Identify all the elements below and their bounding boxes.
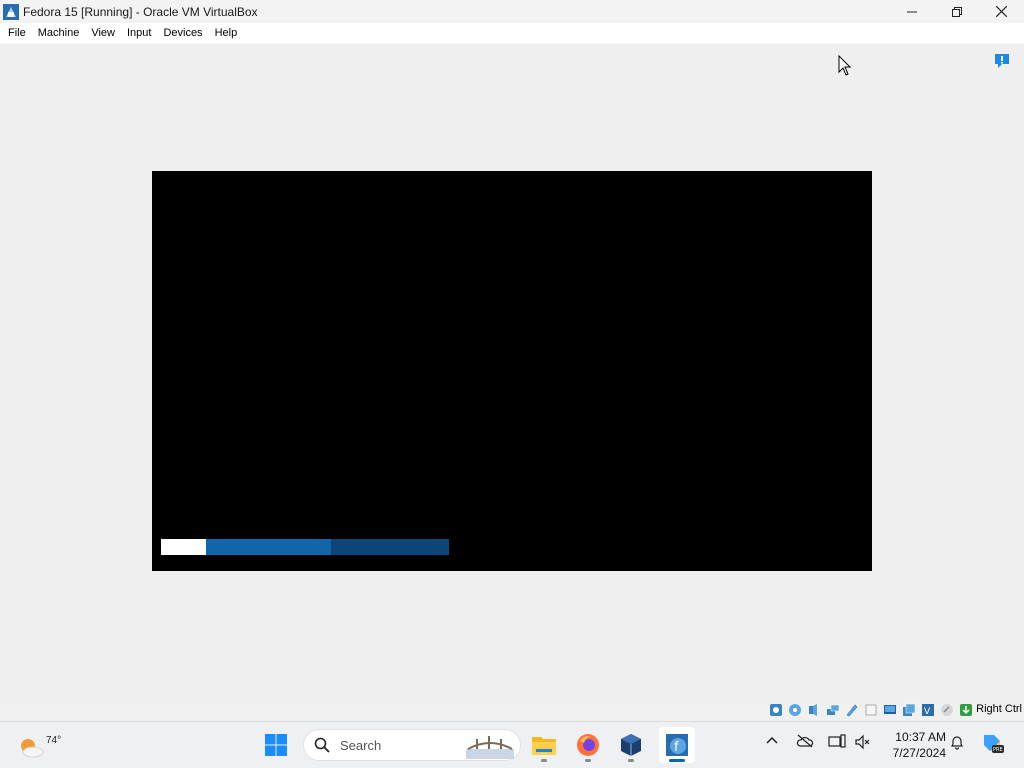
running-indicator [541,759,547,762]
windows-logo-icon [265,734,287,756]
folder-icon [532,737,556,755]
mouse-cursor-icon [838,54,852,80]
search-icon [314,737,330,753]
menu-view[interactable]: View [85,23,121,43]
boot-progress-blue-segment [206,539,331,555]
search-highlight-bridge-icon [466,736,514,759]
clock-date: 7/27/2024 [892,746,946,760]
weather-sun-cloud-icon [21,739,44,758]
search-placeholder: Search [340,737,382,753]
svg-text:V: V [924,707,931,717]
taskbar-file-explorer[interactable] [526,727,562,763]
taskbar-clock[interactable]: 10:37 AM 7/27/2024 [880,729,946,761]
close-icon [996,6,1007,17]
menu-machine[interactable]: Machine [32,23,86,43]
mouse-integration-icon[interactable] [938,702,955,718]
usb-icon[interactable] [843,702,860,718]
weather-temperature: 74° [46,735,62,746]
clock-time: 10:37 AM [895,730,946,744]
guest-screen[interactable] [152,171,872,571]
taskbar-fedora-vm[interactable]: f [659,727,695,763]
hard-disk-icon[interactable] [767,702,784,718]
restore-icon [951,6,962,17]
cloud-offline-icon [796,734,814,748]
close-button[interactable] [979,0,1024,23]
display-icon[interactable] [881,702,898,718]
title-bar[interactable]: Fedora 15 [Running] - Oracle VM VirtualB… [0,0,1024,23]
boot-progress-white-segment [161,539,206,555]
menu-bar: File Machine View Input Devices Help [0,23,1024,43]
weather-widget[interactable]: 74° [16,728,61,762]
menu-file[interactable]: File [2,23,32,43]
video-capture-icon[interactable] [900,702,917,718]
start-button[interactable] [258,727,294,763]
network-icon[interactable] [824,702,841,718]
host-key-label: Right Ctrl [976,703,1022,715]
audio-icon[interactable] [805,702,822,718]
copilot-button[interactable]: PRE [980,731,1004,758]
minimize-icon [906,11,917,12]
minimize-button[interactable] [889,0,934,23]
volume-tray-icon[interactable] [854,734,870,753]
status-bar: V Right Ctrl [0,699,1024,721]
optical-drive-icon[interactable] [786,702,803,718]
chevron-up-icon [766,736,778,744]
cpu-virtualization-icon[interactable]: V [919,702,936,718]
taskbar-virtualbox[interactable] [613,727,649,763]
notification-info-icon[interactable] [994,53,1010,69]
fedora-vm-icon: f [666,734,688,756]
running-indicator [628,759,634,762]
taskbar-search[interactable]: Search [303,729,521,761]
speaker-muted-icon [855,734,870,750]
network-tray-icon[interactable] [828,734,846,753]
host-key-icon[interactable] [957,702,974,718]
shared-folders-icon[interactable] [862,702,879,718]
boot-progress-bar [161,539,449,555]
running-indicator-active [669,759,685,762]
restore-button[interactable] [934,0,979,23]
taskbar-firefox[interactable] [570,727,606,763]
window-title: Fedora 15 [Running] - Oracle VM VirtualB… [23,4,258,19]
running-indicator [585,759,591,762]
notifications-button[interactable] [949,734,965,753]
menu-devices[interactable]: Devices [157,23,208,43]
virtualbox-app-icon [3,3,19,20]
menu-input[interactable]: Input [121,23,157,43]
svg-text:f: f [674,740,679,755]
copilot-icon: PRE [984,735,1004,753]
onedrive-tray-icon[interactable] [796,734,814,751]
network-display-icon [828,734,846,748]
svg-text:PRE: PRE [993,747,1003,753]
windows-taskbar: 74° Search f 10:37 AM 7/27/2024 PRE [0,721,1024,768]
virtualbox-icon [621,734,641,756]
bell-icon [951,736,963,750]
menu-help[interactable]: Help [209,23,244,43]
firefox-icon [577,734,599,756]
show-hidden-icons-button[interactable] [765,734,779,751]
